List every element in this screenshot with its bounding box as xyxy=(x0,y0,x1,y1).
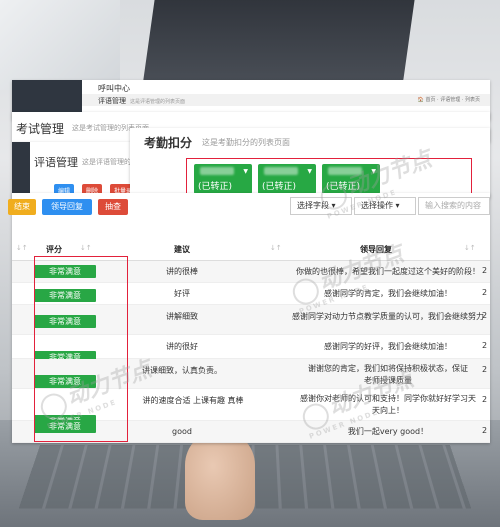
reply-cell: 感谢你对老师的认可和支持！同学你就好好学习天天向上！ xyxy=(300,394,476,415)
operation-select[interactable]: 选择操作 ▾ xyxy=(354,197,416,215)
truncated-cell: 2 xyxy=(482,288,488,297)
caret-down-icon: ▼ xyxy=(243,168,248,175)
toolbar: 结束 领导回复 抽查 选择字段 ▾ 选择操作 ▾ 输入搜索的内容 xyxy=(8,193,490,221)
staff-dropdown[interactable]: ▼ (已转正) xyxy=(194,164,252,194)
truncated-cell: 2 xyxy=(482,395,488,404)
truncated-cell: 2 xyxy=(482,365,488,374)
background-monitor xyxy=(142,0,418,85)
staff-dropdown[interactable]: ▼ (已转正) xyxy=(258,164,316,194)
reply-cell: 你做的也很棒，希望我们一起度过这个美好的阶段！ xyxy=(296,267,480,276)
truncated-cell: 2 xyxy=(482,311,488,320)
leader-reply-button[interactable]: 领导回复 xyxy=(42,199,92,215)
spot-check-button[interactable]: 抽查 xyxy=(98,199,128,215)
background-screen xyxy=(0,0,120,90)
staff-dropdown[interactable]: ▼ (已转正) xyxy=(322,164,380,194)
sort-icon[interactable]: ↓↑ xyxy=(80,244,92,252)
blurred-name xyxy=(328,167,362,175)
reply-cell: 感谢同学的肯定，我们会继续加油！ xyxy=(324,289,452,298)
staff-status: (已转正) xyxy=(198,182,233,192)
background-hand xyxy=(185,430,255,520)
reply-cell: 谢谢您的肯定，我们如将保持积极状态，保证老师授课质量 xyxy=(308,364,468,385)
caret-down-icon: ▼ xyxy=(371,168,376,175)
staff-status: (已转正) xyxy=(262,182,297,192)
suggestion-cell: 讲课细致，认真负责。 xyxy=(142,366,222,375)
header-reply[interactable]: 领导回复 xyxy=(360,244,392,255)
suggestion-cell: 讲解细致 xyxy=(166,312,198,321)
suggestion-cell: 好评 xyxy=(174,289,190,298)
blurred-name xyxy=(264,167,298,175)
reply-cell: 我们一起very good！ xyxy=(347,427,429,436)
sort-icon[interactable]: ↓↑ xyxy=(16,244,28,252)
sort-icon[interactable]: ↓↑ xyxy=(464,244,476,252)
reply-cell: 感谢同学的好评，我们会继续加油！ xyxy=(324,342,452,351)
finish-button[interactable]: 结束 xyxy=(8,199,36,215)
breadcrumb[interactable]: 🏠 首页 · 评语管理 · 列表页 xyxy=(418,96,480,103)
suggestion-cell: 讲的很棒 xyxy=(166,267,198,276)
highlight-box xyxy=(34,256,128,442)
exam-title: 考试管理 xyxy=(16,122,65,136)
attendance-title: 考勤扣分 xyxy=(144,136,193,150)
app-title: 呼叫中心 xyxy=(98,84,130,93)
suggestion-cell: 讲的速度合适 上课有趣 真棒 xyxy=(142,396,244,405)
feedback-table-panel: 结束 领导回复 抽查 选择字段 ▾ 选择操作 ▾ 输入搜索的内容 ↓↑ 评分 ↓… xyxy=(8,193,490,443)
attendance-panel: 考勤扣分 这是考勤扣分的列表页面 ▼ (已转正) ▼ (已转正) ▼ (已转正) xyxy=(130,128,490,198)
truncated-cell: 2 xyxy=(482,266,488,275)
suggestion-cell: 讲的很好 xyxy=(166,342,198,351)
staff-status: (已转正) xyxy=(326,182,361,192)
comment-title: 评语管理 xyxy=(34,156,78,169)
page-title: 评语管理 这是评语管理的列表页面 xyxy=(98,97,186,105)
field-select[interactable]: 选择字段 ▾ xyxy=(290,197,352,215)
reply-cell: 感谢同学对动力节点教学质量的认可，我们会继续努力 xyxy=(292,312,484,321)
suggestion-cell: good xyxy=(172,427,192,436)
header-score[interactable]: 评分 xyxy=(46,244,62,255)
attendance-subtitle: 这是考勤扣分的列表页面 xyxy=(202,138,290,147)
truncated-cell: 2 xyxy=(482,341,488,350)
header-suggestion[interactable]: 建议 xyxy=(174,244,190,255)
sort-icon[interactable]: ↓↑ xyxy=(270,244,282,252)
truncated-cell: 2 xyxy=(482,426,488,435)
blurred-name xyxy=(200,167,234,175)
search-input[interactable]: 输入搜索的内容 xyxy=(418,197,490,215)
caret-down-icon: ▼ xyxy=(307,168,312,175)
